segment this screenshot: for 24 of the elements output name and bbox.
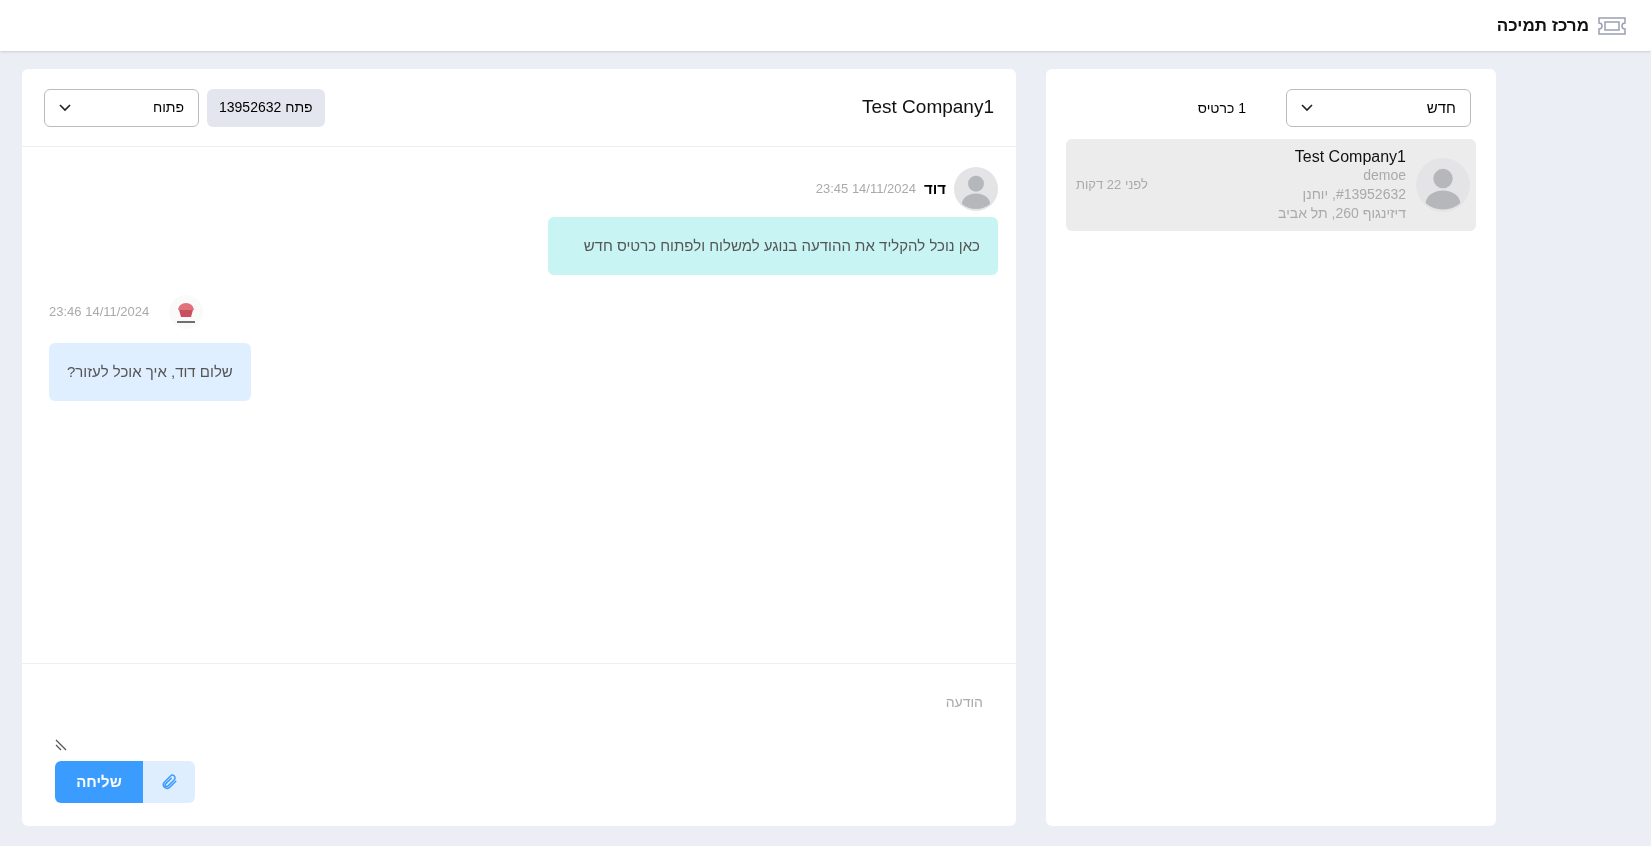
page-title: מרכז תמיכה (1496, 14, 1589, 37)
status-dropdown[interactable]: פתוח (44, 88, 199, 127)
chat-title: Test Company1 (862, 95, 994, 120)
message-time: 14/11/2024 23:45 (815, 180, 916, 199)
ticket-icon (1597, 15, 1627, 36)
ticket-time: לפני 22 דקות (1076, 176, 1148, 194)
ticket-badge: פתח 13952632 (207, 88, 325, 127)
resize-handle-icon[interactable] (55, 739, 67, 751)
chevron-down-icon (1301, 104, 1313, 112)
company-name: Test Company1 (1293, 147, 1406, 166)
message-bubble: כאן נוכל להקליד את ההודעה בנוגע למשלוח ולפתוח כרטיס חדש (548, 217, 998, 275)
paperclip-icon (160, 773, 178, 791)
message-time: 14/11/2024 23:46 (49, 303, 150, 322)
user-name: demoe (1362, 166, 1406, 185)
chevron-down-icon (59, 103, 71, 112)
filter-dropdown[interactable]: חדש (1286, 89, 1471, 127)
message-bubble: שלום דוד, איך אוכל לעזור? (49, 343, 251, 401)
avatar-icon (1416, 158, 1470, 212)
ticket-count: 1 כרטיס (1197, 98, 1247, 118)
address: דיזינגוף 260, תל אביב (1277, 204, 1406, 223)
sender-name: דוד (924, 178, 946, 199)
ticket-number: #13952632, יוחנן (1301, 185, 1406, 204)
message-field[interactable]: הודעה (55, 692, 983, 734)
avatar-icon (954, 167, 998, 211)
